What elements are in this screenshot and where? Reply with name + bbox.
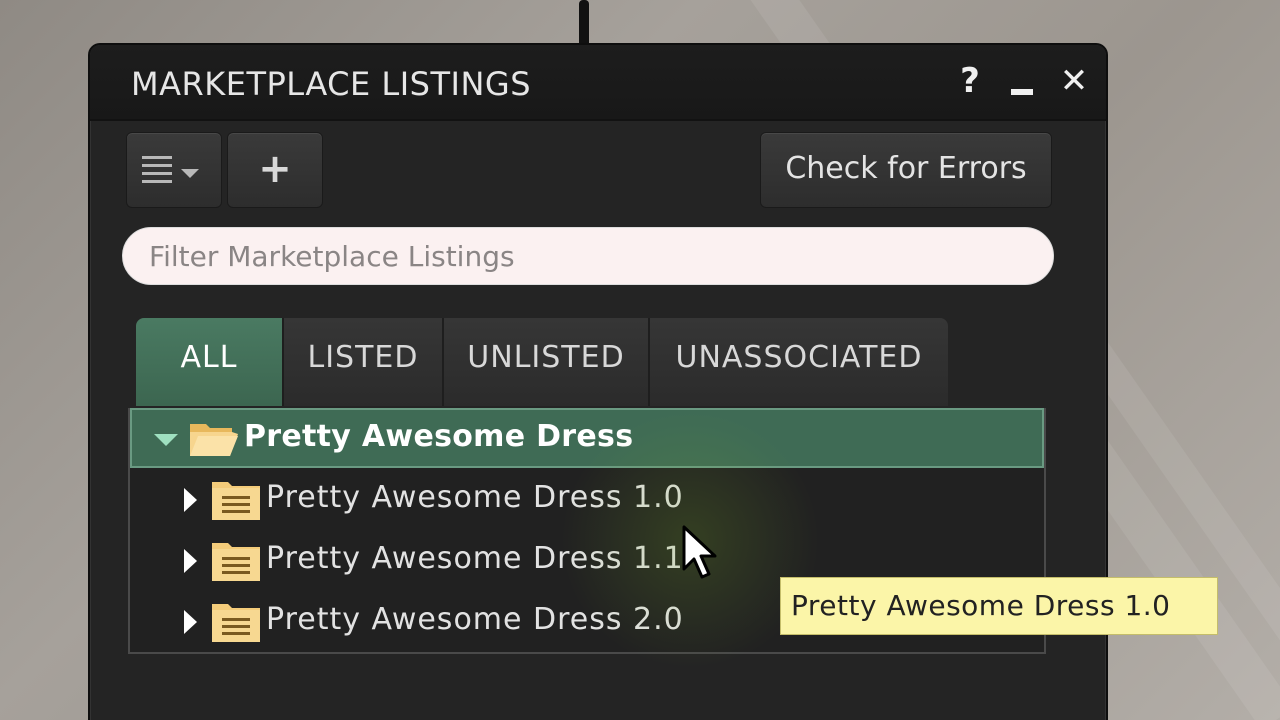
title-bar[interactable]: MARKETPLACE LISTINGS ? ✕ (90, 45, 1106, 121)
tab-all[interactable]: ALL (136, 318, 284, 406)
expand-arrow-icon[interactable] (184, 488, 197, 512)
tab-unlisted[interactable]: UNLISTED (444, 318, 650, 406)
chevron-down-icon (181, 169, 199, 178)
listing-folder-icon (212, 482, 260, 520)
expand-arrow-icon[interactable] (154, 434, 178, 446)
expand-arrow-icon[interactable] (184, 549, 197, 573)
hamburger-menu-icon (142, 156, 172, 188)
listing-folder-icon (212, 604, 260, 642)
listing-folder-icon (212, 543, 260, 581)
tab-listed[interactable]: LISTED (284, 318, 444, 406)
tree-root-label: Pretty Awesome Dress (244, 419, 634, 454)
check-for-errors-button[interactable]: Check for Errors (760, 132, 1052, 208)
tree-root-item[interactable]: Pretty Awesome Dress (130, 408, 1044, 468)
tree-item[interactable]: Pretty Awesome Dress 1.0 (130, 470, 1044, 530)
options-menu-button[interactable] (126, 132, 222, 208)
mouse-cursor-icon (682, 525, 717, 579)
plus-icon: + (258, 146, 292, 192)
minimize-icon[interactable] (1004, 63, 1040, 99)
add-listing-button[interactable]: + (227, 132, 323, 208)
expand-arrow-icon[interactable] (184, 610, 197, 634)
tree-item-label: Pretty Awesome Dress 1.1 (266, 541, 684, 576)
tree-item-label: Pretty Awesome Dress 1.0 (266, 480, 684, 515)
listing-tabs: ALL LISTED UNLISTED UNASSOCIATED (136, 318, 948, 406)
tree-item-label: Pretty Awesome Dress 2.0 (266, 602, 684, 637)
tooltip: Pretty Awesome Dress 1.0 (780, 577, 1218, 635)
open-folder-icon (190, 424, 238, 456)
tab-unassociated[interactable]: UNASSOCIATED (650, 318, 948, 406)
help-icon[interactable]: ? (952, 63, 988, 99)
window-title: MARKETPLACE LISTINGS (131, 65, 532, 103)
filter-input[interactable] (122, 227, 1054, 285)
close-icon[interactable]: ✕ (1056, 63, 1092, 99)
